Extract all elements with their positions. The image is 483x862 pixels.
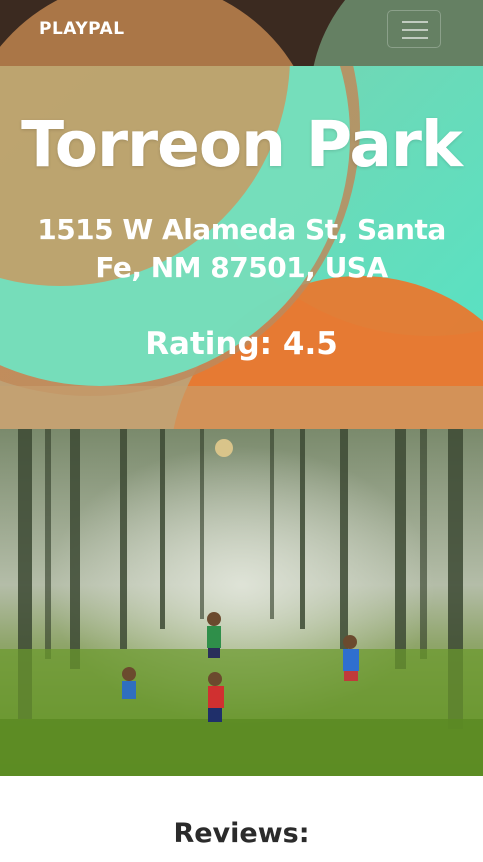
park-photo-image (0, 429, 483, 776)
park-photo (0, 429, 483, 776)
brand-logo[interactable]: PLAYPAL (39, 19, 125, 39)
menu-toggle-button[interactable] (387, 10, 441, 48)
navbar: PLAYPAL (0, 0, 483, 66)
park-address: 1515 W Alameda St, Santa Fe, NM 87501, U… (37, 213, 446, 284)
hamburger-menu-icon (402, 21, 428, 23)
park-title: Torreon Park (21, 108, 463, 181)
hero-banner: Torreon Park 1515 W Alameda St, Santa Fe… (0, 66, 483, 429)
reviews-heading: Reviews: (173, 818, 310, 849)
park-rating: Rating: 4.5 (145, 326, 338, 362)
